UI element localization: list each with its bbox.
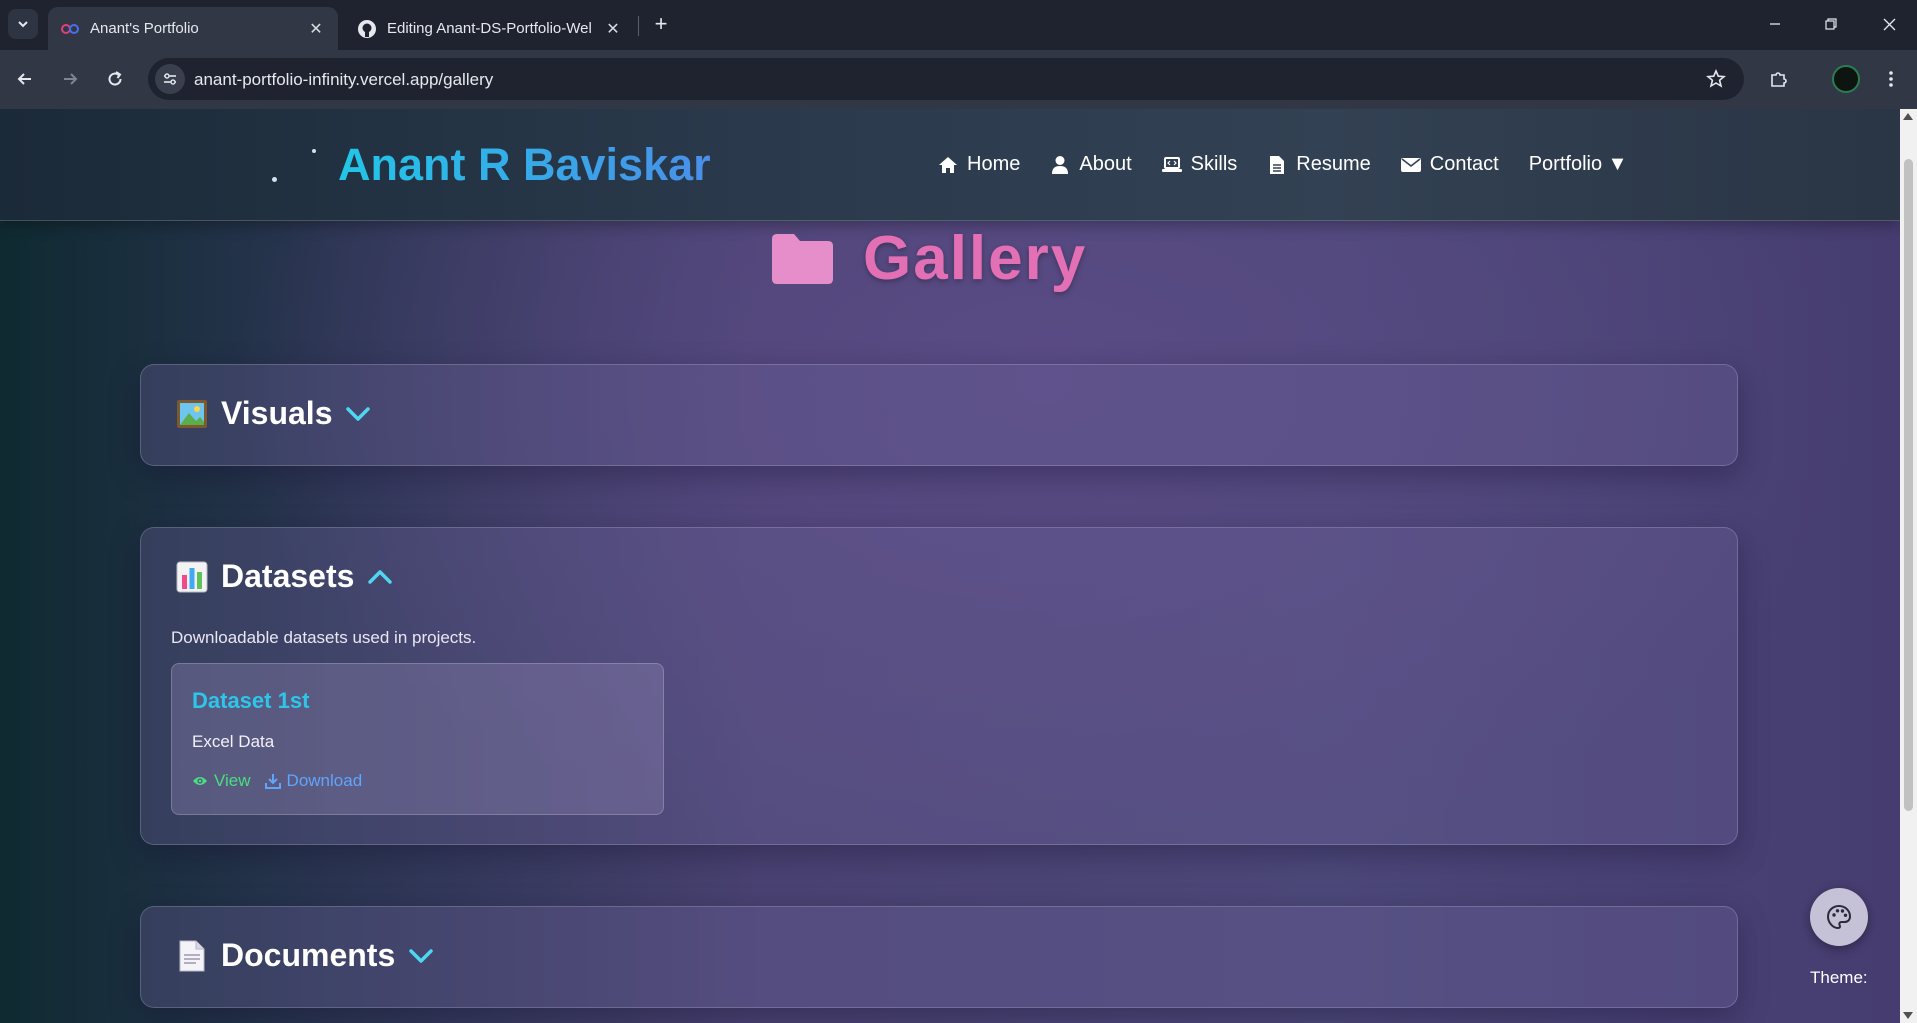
page-title: Gallery <box>770 223 1087 293</box>
tab-search-button[interactable] <box>8 9 38 39</box>
scrollbar-thumb[interactable] <box>1904 159 1913 811</box>
site-info-button[interactable] <box>155 64 185 94</box>
reload-icon <box>108 71 122 86</box>
nav-contact[interactable]: Contact <box>1400 153 1499 176</box>
brand-name[interactable]: Anant R Baviskar <box>338 139 711 191</box>
folder-icon <box>772 233 833 284</box>
documents-toggle[interactable]: Documents <box>175 937 435 974</box>
document-icon <box>175 939 209 973</box>
section-title: Datasets <box>221 558 355 594</box>
eye-icon <box>192 773 208 789</box>
picture-icon <box>175 397 209 431</box>
bookmark-star-icon[interactable] <box>1704 67 1728 91</box>
github-icon <box>357 19 377 39</box>
close-window-button[interactable] <box>1866 8 1912 40</box>
arrow-right-icon <box>64 73 78 85</box>
chevron-down-icon <box>407 942 435 970</box>
browser-tab-strip: Anant's Portfolio ✕ Editing Anant-DS-Por… <box>0 0 1917 50</box>
section-title: Documents <box>221 937 396 973</box>
theme-label: Theme: <box>1810 968 1868 987</box>
download-icon <box>264 773 281 789</box>
site-header: Anant R Baviskar Home About Skills Resum… <box>0 109 1900 221</box>
puzzle-icon <box>1771 72 1787 87</box>
nav-home[interactable]: Home <box>938 153 1020 176</box>
user-icon <box>1050 155 1070 175</box>
theme-toggle-button[interactable] <box>1810 888 1868 946</box>
tune-icon <box>164 73 176 85</box>
card-actions: View Download <box>192 771 376 791</box>
view-link[interactable]: View <box>192 771 251 791</box>
datasets-toggle[interactable]: Datasets <box>175 558 394 595</box>
section-title: Visuals <box>221 395 333 431</box>
nav-about[interactable]: About <box>1050 153 1132 176</box>
back-button[interactable] <box>10 64 40 94</box>
scroll-down-arrow-icon[interactable] <box>1903 1012 1913 1019</box>
dataset-card: Dataset 1st Excel Data View Download <box>171 663 664 815</box>
forward-button[interactable] <box>55 64 85 94</box>
extensions-button[interactable] <box>1764 64 1794 94</box>
nav-skills[interactable]: Skills <box>1161 153 1238 176</box>
home-icon <box>938 155 958 175</box>
menu-button[interactable] <box>1876 64 1906 94</box>
profile-avatar[interactable] <box>1832 65 1860 93</box>
close-icon[interactable]: ✕ <box>601 17 625 41</box>
close-icon[interactable]: ✕ <box>304 17 328 41</box>
nav-label: Resume <box>1296 153 1371 175</box>
new-tab-button[interactable]: + <box>648 11 674 37</box>
minimize-button[interactable] <box>1752 8 1798 40</box>
nav-label: Portfolio ▼ <box>1528 153 1628 175</box>
chevron-up-icon <box>366 563 394 591</box>
nav-label: Contact <box>1429 153 1499 175</box>
tab-github-editing[interactable]: Editing Anant-DS-Portfolio-Wel ✕ <box>345 7 635 50</box>
download-label: Download <box>286 771 363 790</box>
more-vertical-icon <box>1889 71 1893 87</box>
nav-label: Skills <box>1190 153 1238 175</box>
browser-toolbar: anant-portfolio-infinity.vercel.app/gall… <box>0 50 1917 109</box>
nav-portfolio-dropdown[interactable]: Portfolio ▼ <box>1529 153 1628 176</box>
card-subtitle: Excel Data <box>192 732 275 751</box>
tab-anants-portfolio[interactable]: Anant's Portfolio ✕ <box>48 7 338 50</box>
bar-chart-icon <box>175 560 209 594</box>
view-label: View <box>214 771 251 790</box>
download-link[interactable]: Download <box>264 771 363 791</box>
reload-button[interactable] <box>100 64 130 94</box>
restore-button[interactable] <box>1808 8 1854 40</box>
tab-title: Editing Anant-DS-Portfolio-Wel <box>387 20 592 37</box>
minimize-icon <box>1770 23 1780 25</box>
visuals-section: Visuals <box>140 364 1738 466</box>
visuals-toggle[interactable]: Visuals <box>175 395 372 432</box>
main-nav: Home About Skills Resume Contact Portfol… <box>938 153 1627 176</box>
page-viewport: Anant R Baviskar Home About Skills Resum… <box>0 109 1900 1023</box>
restore-icon <box>1825 18 1837 30</box>
url-text[interactable]: anant-portfolio-infinity.vercel.app/gall… <box>194 70 493 90</box>
laptop-code-icon <box>1161 155 1182 175</box>
card-title: Dataset 1st <box>192 688 310 713</box>
logo-particle <box>272 177 277 182</box>
datasets-section: Datasets Downloadable datasets used in p… <box>140 527 1738 845</box>
chevron-down-icon <box>18 21 28 28</box>
address-bar[interactable]: anant-portfolio-infinity.vercel.app/gall… <box>148 58 1744 100</box>
tab-title: Anant's Portfolio <box>90 20 199 37</box>
nav-label: About <box>1079 153 1132 175</box>
logo-particle <box>312 149 316 153</box>
nav-label: Home <box>967 153 1021 175</box>
close-icon <box>1883 18 1895 30</box>
section-description: Downloadable datasets used in projects. <box>171 628 477 647</box>
infinity-icon <box>60 19 80 39</box>
page-scrollbar[interactable] <box>1900 109 1917 1023</box>
chevron-down-icon <box>344 400 372 428</box>
envelope-icon <box>1400 155 1421 175</box>
nav-resume[interactable]: Resume <box>1267 153 1371 176</box>
page-title-text: Gallery <box>863 223 1088 293</box>
scroll-up-arrow-icon[interactable] <box>1903 113 1913 120</box>
arrow-left-icon <box>17 73 31 85</box>
file-icon <box>1267 155 1287 175</box>
tab-separator <box>638 16 639 36</box>
documents-section: Documents <box>140 906 1738 1008</box>
palette-icon <box>1826 904 1852 930</box>
